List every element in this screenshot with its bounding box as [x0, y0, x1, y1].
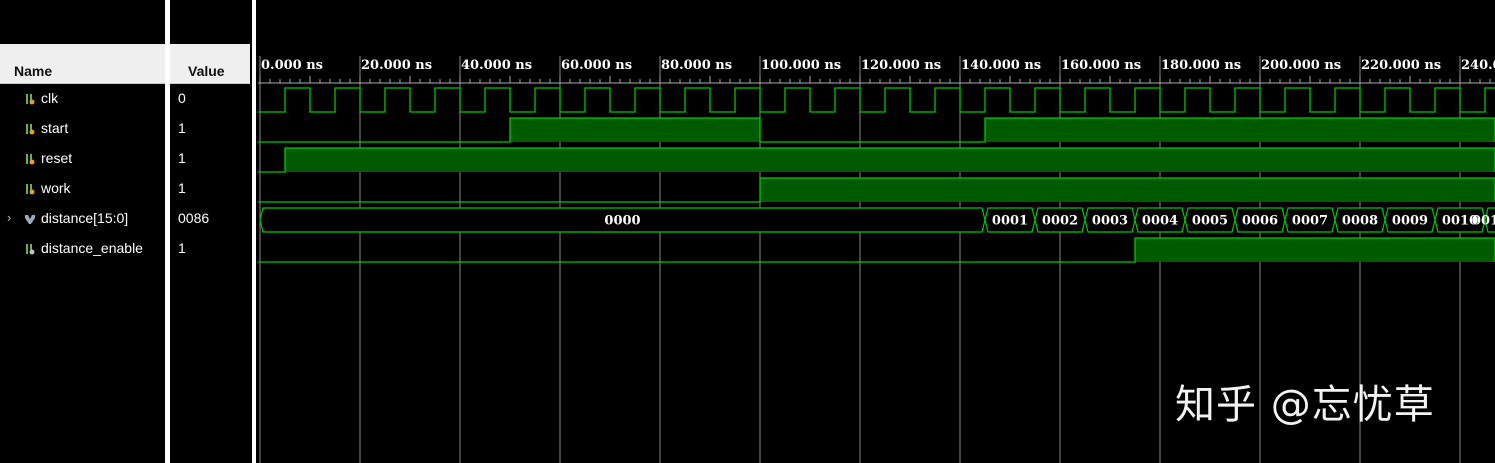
- signal-name: distance[15:0]: [41, 210, 129, 226]
- time-tick-label: 0.000 ns: [261, 58, 323, 73]
- time-tick-label: 140.000 ns: [961, 58, 1041, 73]
- bus-value-label: 0006: [1242, 214, 1278, 229]
- bus-signal-icon: [25, 215, 35, 224]
- wave-divider[interactable]: [252, 0, 256, 463]
- signal-name: clk: [41, 90, 59, 106]
- signal-name: distance_enable: [41, 240, 143, 256]
- signal-name: start: [41, 120, 69, 136]
- signal-row-work[interactable]: work: [0, 178, 165, 200]
- bus-value-label: 0004: [1142, 214, 1178, 229]
- bus-value-label: 0003: [1092, 214, 1128, 229]
- bus-value-label: 0005: [1192, 214, 1228, 229]
- bit-signal-icon: [26, 244, 35, 255]
- bus-value-label: 0008: [1342, 214, 1378, 229]
- bit-signal-icon: [26, 124, 35, 135]
- wave-high-segment: [985, 118, 1495, 142]
- bit-signal-icon: [26, 184, 35, 195]
- watermark: 知乎 @忘忧草: [1175, 382, 1435, 428]
- time-tick-label: 100.000 ns: [761, 58, 841, 73]
- bit-signal-icon: [26, 154, 35, 165]
- signal-value: 0: [178, 90, 186, 106]
- signal-row-clk[interactable]: clk: [0, 88, 165, 110]
- bus-value-label: 0001: [992, 214, 1028, 229]
- signal-value: 0086: [178, 210, 210, 226]
- signal-value: 1: [178, 150, 186, 166]
- expand-chevron-icon[interactable]: ›: [7, 210, 11, 225]
- signal-row-distance-enable[interactable]: distance_enable: [0, 238, 165, 260]
- time-tick-label: 180.000 ns: [1161, 58, 1241, 73]
- wave-high-segment: [285, 148, 1495, 172]
- signal-value: 1: [178, 180, 186, 196]
- time-tick-label: 60.000 ns: [561, 58, 632, 73]
- signal-row-start[interactable]: start: [0, 118, 165, 140]
- value-column-header[interactable]: Value: [170, 44, 250, 84]
- signal-name: work: [41, 180, 71, 196]
- bus-value-label: 0007: [1292, 214, 1328, 229]
- signal-row-distance[interactable]: › distance[15:0]: [0, 208, 165, 230]
- time-tick-label: 80.000 ns: [661, 58, 732, 73]
- bus-value-label: 0002: [1042, 214, 1078, 229]
- time-tick-label: 160.000 ns: [1061, 58, 1141, 73]
- time-tick-label: 200.000 ns: [1261, 58, 1341, 73]
- bus-value-label: 0011: [1472, 214, 1495, 229]
- bus-value-label: 0000: [604, 214, 640, 229]
- bit-signal-icon: [26, 94, 35, 105]
- time-tick-label: 40.000 ns: [461, 58, 532, 73]
- signal-value: 1: [178, 240, 186, 256]
- wave-high-segment: [760, 178, 1495, 202]
- time-tick-label: 120.000 ns: [861, 58, 941, 73]
- time-tick-label: 20.000 ns: [361, 58, 432, 73]
- signal-value: 1: [178, 120, 186, 136]
- time-tick-label: 240.000 ns: [1461, 58, 1495, 73]
- name-column-header[interactable]: Name: [0, 44, 165, 84]
- wave-clk: [258, 87, 1495, 113]
- signal-row-reset[interactable]: reset: [0, 148, 165, 170]
- wave-high-segment: [510, 118, 760, 142]
- signal-name: reset: [41, 150, 73, 166]
- time-tick-label: 220.000 ns: [1361, 58, 1441, 73]
- wave-high-segment: [1135, 238, 1495, 262]
- bus-value-label: 0009: [1392, 214, 1428, 229]
